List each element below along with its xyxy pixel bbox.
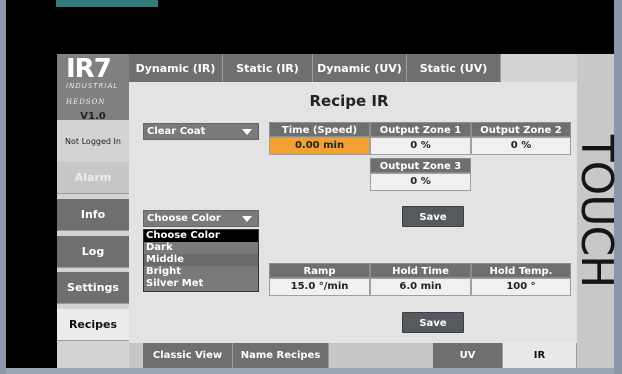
- recipe-dropdown-value: Clear Coat: [147, 126, 206, 137]
- logo-company: HEDSON: [66, 98, 106, 106]
- color-dropdown-list: Choose Color Dark Middle Bright Silver M…: [143, 229, 259, 292]
- tab-static-ir[interactable]: Static (IR): [223, 54, 313, 82]
- ir-mode-button[interactable]: IR: [503, 343, 577, 368]
- recipe-dropdown[interactable]: Clear Coat: [143, 123, 259, 140]
- classic-view-button[interactable]: Classic View: [143, 343, 233, 368]
- page-title: Recipe IR: [309, 92, 389, 110]
- value-time-speed[interactable]: 0.00 min: [269, 137, 370, 155]
- header-ramp: Ramp: [269, 263, 370, 278]
- chevron-down-icon: [242, 129, 252, 135]
- hmi-screen: IR7 INDUSTRIAL HEDSON V1.0 Not Logged In…: [57, 54, 577, 368]
- value-output-zone-3[interactable]: 0 %: [370, 173, 471, 191]
- value-hold-time[interactable]: 6.0 min: [370, 278, 471, 296]
- bottom-bar: Classic View Name Recipes UV IR: [129, 343, 577, 368]
- color-dropdown[interactable]: Choose Color: [143, 210, 259, 227]
- color-option-choose[interactable]: Choose Color: [144, 230, 258, 242]
- sidebar-item-log[interactable]: Log: [57, 236, 129, 268]
- version-label: V1.0: [80, 111, 106, 122]
- logo-subtitle: INDUSTRIAL: [66, 82, 119, 90]
- color-option-bright[interactable]: Bright: [144, 266, 258, 278]
- sidebar: IR7 INDUSTRIAL HEDSON V1.0 Not Logged In…: [57, 54, 129, 368]
- color-option-middle[interactable]: Middle: [144, 254, 258, 266]
- save-button-bottom[interactable]: Save: [402, 312, 464, 333]
- logo-brand: IR7: [66, 54, 112, 84]
- header-time-speed: Time (Speed): [269, 122, 370, 137]
- bottom-frame-strip: [6, 368, 614, 374]
- touch-label: TOUCH: [570, 134, 622, 288]
- tab-dynamic-uv[interactable]: Dynamic (UV): [313, 54, 407, 82]
- header-output-zone-1: Output Zone 1: [370, 122, 471, 137]
- save-button-top[interactable]: Save: [402, 206, 464, 227]
- sidebar-item-alarm[interactable]: Alarm: [57, 162, 129, 194]
- sidebar-item-settings[interactable]: Settings: [57, 272, 129, 304]
- name-recipes-button[interactable]: Name Recipes: [233, 343, 329, 368]
- header-hold-time: Hold Time: [370, 263, 471, 278]
- sidebar-item-recipes[interactable]: Recipes: [57, 309, 129, 341]
- value-ramp[interactable]: 15.0 °/min: [269, 278, 370, 296]
- value-hold-temp[interactable]: 100 °: [471, 278, 571, 296]
- header-output-zone-2: Output Zone 2: [471, 122, 571, 137]
- top-indicator-strip: [56, 0, 158, 7]
- color-option-dark[interactable]: Dark: [144, 242, 258, 254]
- login-status: Not Logged In: [65, 136, 121, 146]
- touch-side-panel: TOUCH: [571, 54, 622, 368]
- header-output-zone-3: Output Zone 3: [370, 158, 471, 173]
- tab-static-uv[interactable]: Static (UV): [407, 54, 501, 82]
- sidebar-item-info[interactable]: Info: [57, 199, 129, 231]
- tab-dynamic-ir[interactable]: Dynamic (IR): [129, 54, 223, 82]
- color-dropdown-value: Choose Color: [147, 213, 221, 224]
- chevron-down-icon: [242, 216, 252, 222]
- value-output-zone-1[interactable]: 0 %: [370, 137, 471, 155]
- color-option-silver-met[interactable]: Silver Met: [144, 278, 258, 290]
- header-hold-temp: Hold Temp.: [471, 263, 571, 278]
- tab-bar: Dynamic (IR) Static (IR) Dynamic (UV) St…: [129, 54, 577, 82]
- value-output-zone-2[interactable]: 0 %: [471, 137, 571, 155]
- uv-mode-button[interactable]: UV: [433, 343, 503, 368]
